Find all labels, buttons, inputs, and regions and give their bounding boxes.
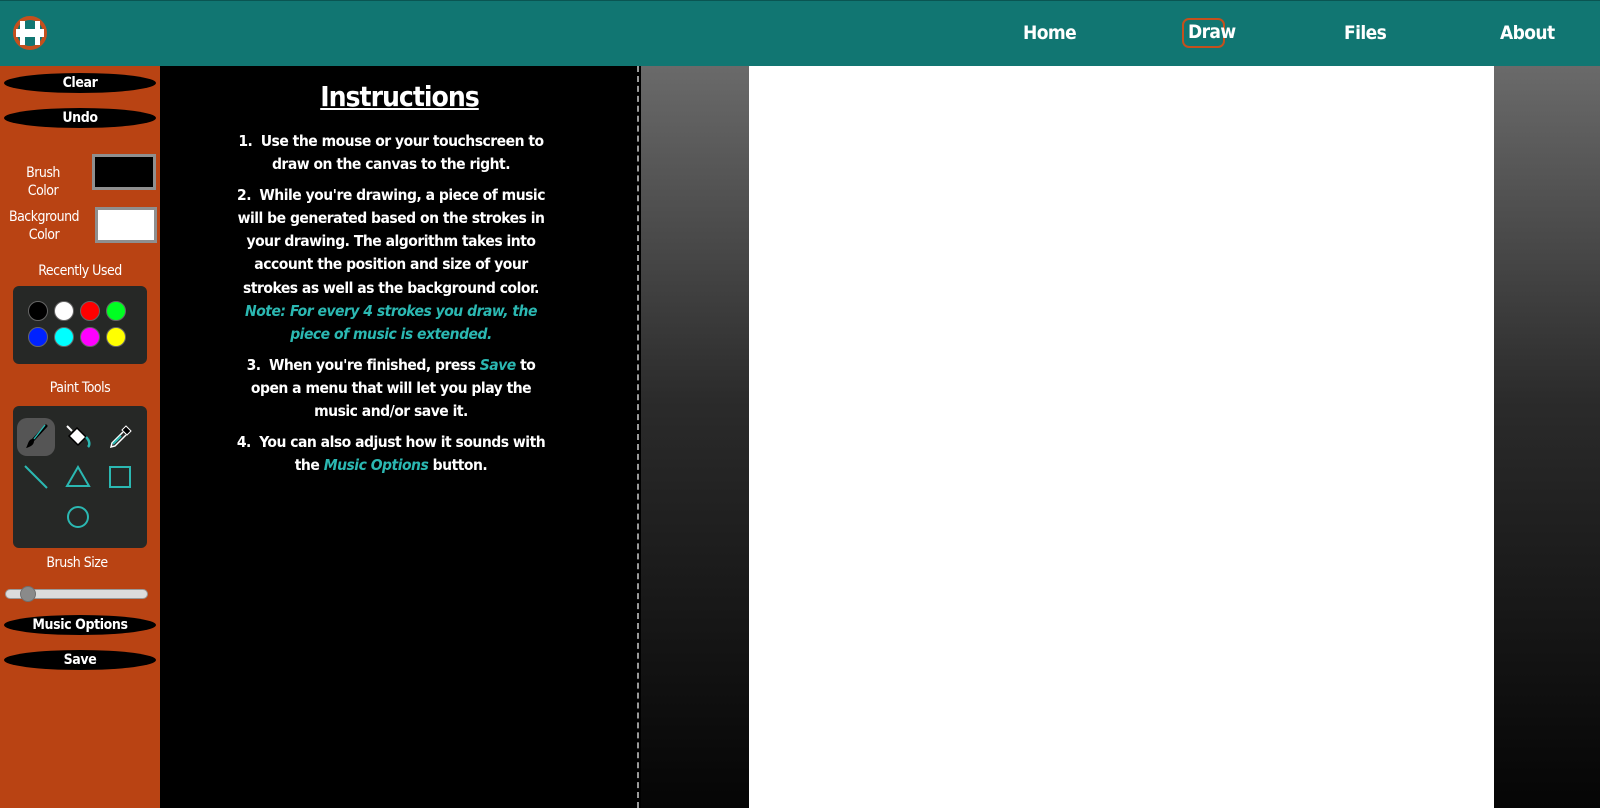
recently-used-label: Recently Used [38,263,122,279]
circle-tool[interactable] [59,498,97,536]
recent-color-swatch[interactable] [28,327,48,347]
line-icon [24,465,48,489]
nav-files[interactable]: Files [1340,19,1387,49]
canvas-container [641,66,1600,808]
recent-color-swatch[interactable] [80,327,100,347]
recent-color-swatch[interactable] [106,301,126,321]
list-item: 4. You can also adjust how it sounds wit… [236,432,546,474]
music-options-link: Music Options [323,455,429,474]
fill-tool[interactable] [59,418,97,456]
instructions-title: Instructions [320,80,480,113]
nav-about[interactable]: About [1496,19,1555,49]
tools-sidebar: Clear Undo Brush Color Background Color … [0,66,160,808]
undo-button[interactable]: Undo [4,108,156,128]
list-item: 1. Use the mouse or your touchscreen to … [238,132,544,174]
recent-color-swatch[interactable] [54,301,74,321]
top-navbar: Home Draw Files About [0,0,1600,66]
nav-home[interactable]: Home [1019,19,1077,49]
list-item: 2. While you're drawing, a piece of musi… [237,185,545,344]
eyedropper-tool[interactable] [101,418,139,456]
recent-color-swatch[interactable] [106,327,126,347]
save-button[interactable]: Save [4,650,156,670]
paintbrush-icon [26,424,48,448]
background-color-label: Background Color [8,209,80,243]
save-link: Save [479,355,517,374]
recent-color-swatch[interactable] [80,301,100,321]
circle-icon [67,506,89,528]
paint-tools-panel [13,406,147,548]
line-tool[interactable] [17,458,55,496]
paint-bucket-icon [66,425,91,448]
drawing-canvas[interactable] [749,66,1494,808]
music-options-button[interactable]: Music Options [4,615,156,635]
rectangle-tool[interactable] [101,458,139,496]
recent-colors-panel [13,286,147,364]
background-color-picker[interactable] [95,207,157,243]
recent-color-swatch[interactable] [54,327,74,347]
list-item: 3. When you're finished, press Save to o… [246,355,536,421]
square-icon [109,466,131,488]
app-logo-icon[interactable] [12,15,48,51]
clear-button[interactable]: Clear [4,73,156,93]
nav-draw[interactable]: Draw [1182,18,1236,48]
instructions-list: 1. Use the mouse or your touchscreen to … [236,130,546,484]
instructions-panel: Instructions 1. Use the mouse or your to… [160,66,639,808]
brush-color-label: Brush Color [26,165,60,199]
brush-color-picker[interactable] [92,154,156,190]
eyedropper-icon [109,425,132,449]
brush-size-label: Brush Size [46,555,108,571]
stroke-note: Note: For every 4 strokes you draw, the … [245,302,537,344]
recent-color-swatch[interactable] [28,301,48,321]
brush-size-slider-thumb[interactable] [20,586,37,602]
triangle-icon [65,465,91,487]
paint-tools-label: Paint Tools [49,380,111,396]
brush-tool[interactable] [17,418,55,456]
triangle-tool[interactable] [59,458,97,496]
